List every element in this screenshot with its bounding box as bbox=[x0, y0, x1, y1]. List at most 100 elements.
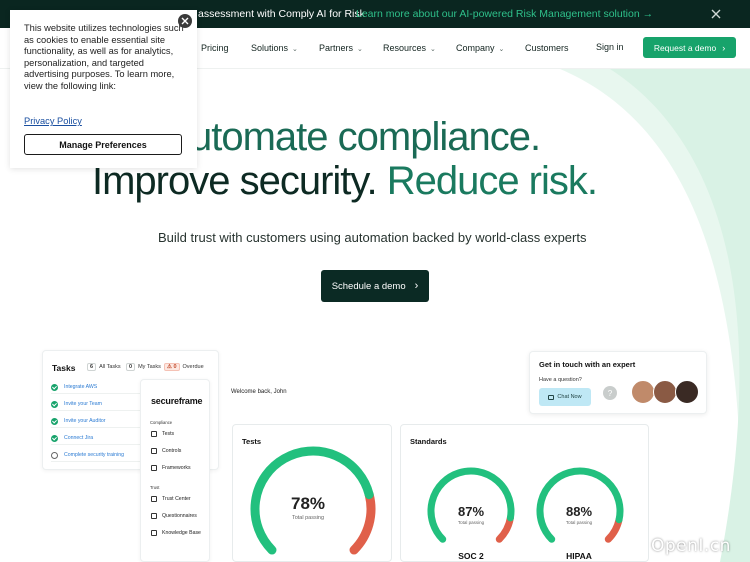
chevron-down-icon: ⌄ bbox=[430, 46, 436, 53]
tests-card: Tests 78% Total passing bbox=[232, 424, 392, 562]
task-label: Complete security training bbox=[64, 452, 124, 458]
chat-icon bbox=[548, 394, 555, 400]
tasks-title: Tasks bbox=[52, 363, 76, 373]
filter-label: All Tasks bbox=[99, 364, 121, 370]
test-tube-icon bbox=[151, 431, 157, 437]
hero-subtitle: Build trust with customers using automat… bbox=[158, 230, 587, 245]
sidebar-item-label: Questionnaires bbox=[162, 513, 197, 519]
nav-label: Resources bbox=[383, 43, 427, 53]
check-circle-icon bbox=[51, 383, 58, 391]
sidebar-heading-trust: Trust bbox=[150, 485, 160, 490]
hipaa-percent: 88% bbox=[565, 504, 593, 519]
sidebar-item-label: Controls bbox=[162, 448, 182, 454]
nav-item-company[interactable]: Company ⌄ bbox=[456, 43, 504, 53]
sidebar-item-trust-center[interactable]: Trust Center bbox=[151, 496, 191, 502]
request-demo-button[interactable]: Request a demo › bbox=[643, 37, 736, 58]
task-label: Invite your Auditor bbox=[64, 418, 106, 424]
sidebar-item-questionnaires[interactable]: Questionnaires bbox=[151, 513, 197, 519]
manage-preferences-button[interactable]: Manage Preferences bbox=[24, 134, 182, 155]
schedule-demo-button[interactable]: Schedule a demo › bbox=[321, 270, 429, 302]
task-label: Connect Jira bbox=[64, 435, 94, 441]
check-circle-icon bbox=[51, 434, 58, 442]
trust-center-icon bbox=[151, 496, 157, 502]
nav-label: Pricing bbox=[201, 43, 229, 53]
hero-headline-green: Reduce risk. bbox=[386, 159, 598, 203]
cookie-notice-text: This website utilizes technologies such … bbox=[24, 23, 184, 91]
nav-item-solutions[interactable]: Solutions ⌄ bbox=[251, 43, 298, 53]
nav-item-pricing[interactable]: Pricing bbox=[201, 43, 229, 53]
nav-item-customers[interactable]: Customers bbox=[525, 43, 569, 53]
soc2-caption: Total passing bbox=[457, 520, 485, 525]
question-mark-icon: ? bbox=[603, 386, 617, 400]
sign-in-link[interactable]: Sign in bbox=[596, 42, 624, 52]
schedule-demo-label: Schedule a demo bbox=[331, 280, 406, 292]
knowledge-base-icon bbox=[151, 530, 157, 536]
request-demo-label: Request a demo bbox=[653, 42, 717, 53]
close-icon[interactable] bbox=[709, 7, 723, 21]
soc2-label: SOC 2 bbox=[458, 551, 484, 561]
chevron-down-icon: ⌄ bbox=[498, 46, 505, 53]
hero-headline-line1: utomate compliance. bbox=[190, 115, 541, 159]
sidebar-item-controls[interactable]: Controls bbox=[151, 448, 181, 454]
sidebar-item-tests[interactable]: Tests bbox=[151, 431, 174, 437]
gauge-fail-arc bbox=[495, 514, 514, 543]
sidebar-item-label: Knowledge Base bbox=[162, 530, 201, 536]
sidebar-item-label: Trust Center bbox=[162, 496, 191, 502]
nav-item-partners[interactable]: Partners ⌄ bbox=[319, 43, 363, 53]
chevron-right-icon: › bbox=[722, 42, 726, 53]
announcement-learn-more-link[interactable]: Learn more about our AI-powered Risk Man… bbox=[356, 8, 653, 20]
watermark: OpenI.cn bbox=[651, 536, 731, 556]
tasks-filter-mine[interactable]: 0 My Tasks bbox=[126, 363, 161, 371]
gauge-fail-arc bbox=[349, 490, 376, 555]
welcome-message: Welcome back, John bbox=[231, 389, 287, 395]
frameworks-icon bbox=[151, 465, 157, 471]
contact-expert-card: Get in touch with an expert Have a quest… bbox=[529, 351, 707, 414]
tests-caption: Total passing bbox=[291, 515, 325, 521]
filter-label: Overdue bbox=[182, 364, 204, 370]
chat-now-label: Chat Now bbox=[557, 394, 582, 400]
chevron-right-icon: › bbox=[414, 280, 419, 292]
hipaa-label: HIPAA bbox=[566, 551, 592, 561]
questionnaires-icon bbox=[151, 513, 157, 519]
chat-now-button[interactable]: Chat Now bbox=[539, 388, 591, 406]
announcement-text: assessment with Comply AI for Risk bbox=[198, 8, 365, 20]
task-label: Invite your Team bbox=[64, 401, 102, 407]
sidebar-item-frameworks[interactable]: Frameworks bbox=[151, 465, 191, 471]
nav-label: Customers bbox=[525, 43, 569, 53]
avatar bbox=[675, 380, 699, 404]
secureframe-logo: secureframe bbox=[151, 396, 203, 406]
task-label: Integrate AWS bbox=[64, 384, 98, 390]
close-icon[interactable] bbox=[177, 13, 193, 29]
check-circle-icon bbox=[51, 417, 58, 425]
privacy-policy-link[interactable]: Privacy Policy bbox=[24, 116, 82, 126]
sidebar-item-knowledge-base[interactable]: Knowledge Base bbox=[151, 530, 201, 536]
hipaa-caption: Total passing bbox=[565, 520, 593, 525]
tasks-filter-all[interactable]: 6 All Tasks bbox=[87, 363, 121, 371]
soc2-percent: 87% bbox=[457, 504, 485, 519]
cookie-banner: This website utilizes technologies such … bbox=[10, 10, 197, 168]
standards-card: Standards 87% Total passing SOC 2 88% To… bbox=[400, 424, 649, 562]
avatar bbox=[631, 380, 655, 404]
nav-label: Solutions bbox=[251, 43, 289, 53]
contact-title: Get in touch with an expert bbox=[539, 360, 636, 369]
app-sidebar: secureframe Compliance Tests Controls Fr… bbox=[140, 379, 210, 562]
check-circle-icon bbox=[51, 400, 58, 408]
nav-item-resources[interactable]: Resources ⌄ bbox=[383, 43, 436, 53]
sidebar-item-label: Tests bbox=[162, 431, 175, 437]
sidebar-item-label: Frameworks bbox=[162, 465, 191, 471]
filter-count: ⚠ 0 bbox=[164, 363, 180, 371]
avatar bbox=[653, 380, 677, 404]
nav-label: Partners bbox=[319, 43, 354, 53]
contact-question: Have a question? bbox=[539, 377, 582, 383]
tasks-filter-overdue[interactable]: ⚠ 0 Overdue bbox=[164, 363, 204, 371]
nav-label: Company bbox=[456, 43, 495, 53]
filter-count-value: 0 bbox=[173, 364, 177, 370]
filter-count: 6 bbox=[87, 363, 97, 371]
standards-title: Standards bbox=[410, 437, 447, 446]
chevron-down-icon: ⌄ bbox=[292, 46, 298, 53]
tests-percent: 78% bbox=[290, 494, 326, 513]
filter-count: 0 bbox=[126, 363, 136, 371]
sidebar-heading-compliance: Compliance bbox=[150, 420, 173, 425]
chevron-down-icon: ⌄ bbox=[357, 46, 363, 53]
controls-icon bbox=[151, 448, 157, 454]
